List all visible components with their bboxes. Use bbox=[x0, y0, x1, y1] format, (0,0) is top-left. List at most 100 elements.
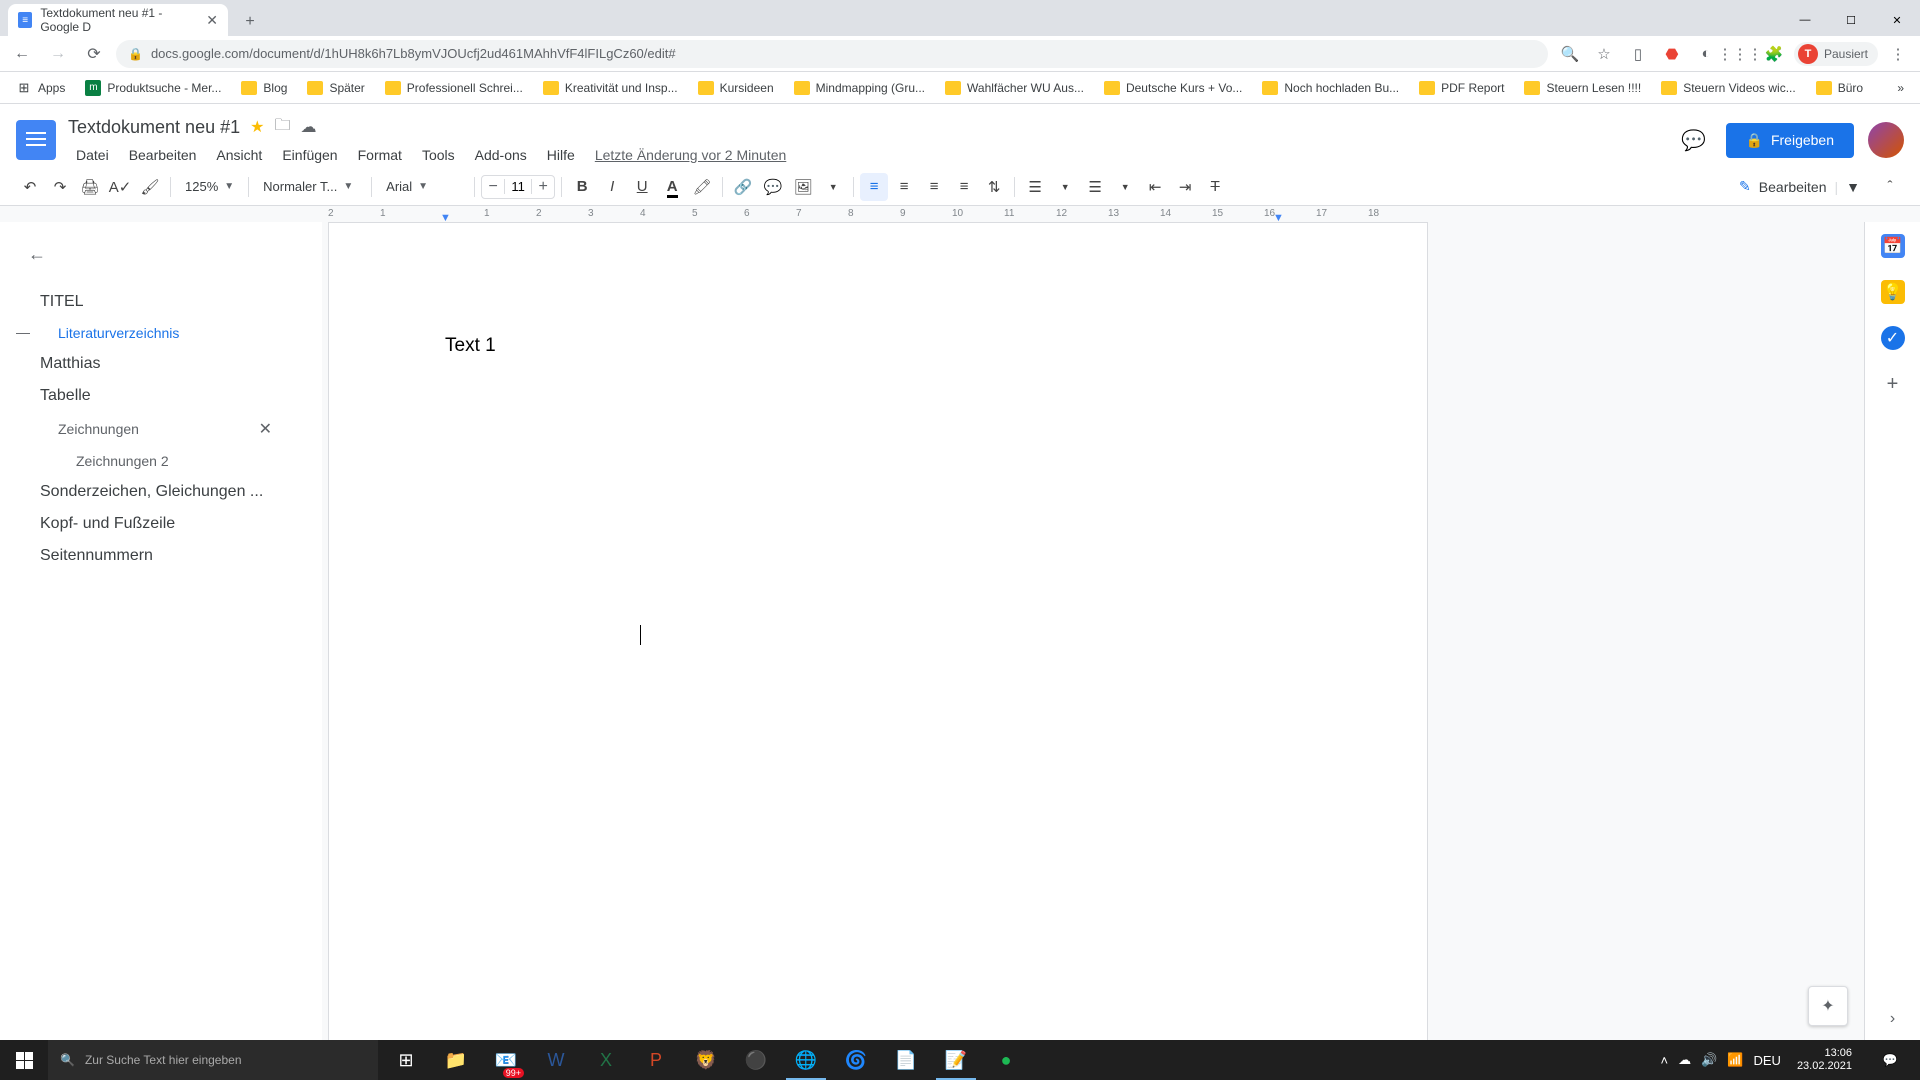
spellcheck-button[interactable]: A✓ bbox=[106, 173, 134, 201]
share-button[interactable]: 🔒 Freigeben bbox=[1726, 123, 1854, 158]
apps-shortcut[interactable]: ⊞Apps bbox=[8, 76, 73, 100]
minimize-button[interactable]: — bbox=[1782, 4, 1828, 36]
italic-button[interactable]: I bbox=[598, 173, 626, 201]
align-left-button[interactable]: ≡ bbox=[860, 173, 888, 201]
text-color-button[interactable]: A bbox=[658, 173, 686, 201]
outline-item[interactable]: Matthias bbox=[0, 348, 322, 380]
menu-bearbeiten[interactable]: Bearbeiten bbox=[121, 143, 205, 167]
increase-indent-button[interactable]: ⇥ bbox=[1171, 173, 1199, 201]
brave-app-icon[interactable]: 🦁 bbox=[682, 1040, 730, 1080]
editing-mode-select[interactable]: ✎ Bearbeiten | ▼ bbox=[1729, 174, 1870, 199]
obs-app-icon[interactable]: ⚫ bbox=[732, 1040, 780, 1080]
action-center-button[interactable]: 💬 bbox=[1868, 1040, 1912, 1080]
bookmark-folder[interactable]: Kursideen bbox=[690, 77, 782, 99]
menu-datei[interactable]: Datei bbox=[68, 143, 117, 167]
bookmarks-overflow[interactable]: » bbox=[1889, 77, 1912, 99]
reader-icon[interactable]: ▯ bbox=[1624, 40, 1652, 68]
outline-item[interactable]: TITEL bbox=[0, 286, 322, 318]
bulleted-list-button[interactable]: ☰ bbox=[1081, 173, 1109, 201]
decrease-font-button[interactable]: − bbox=[482, 178, 504, 196]
print-button[interactable]: 🖨 bbox=[76, 173, 104, 201]
network-icon[interactable]: 📶 bbox=[1727, 1052, 1743, 1068]
collapse-icon[interactable]: — bbox=[16, 324, 30, 340]
bold-button[interactable]: B bbox=[568, 173, 596, 201]
tasks-sidepanel-icon[interactable]: ✓ bbox=[1881, 326, 1905, 350]
remove-outline-icon[interactable]: ✕ bbox=[259, 419, 302, 439]
extension-icon-2[interactable]: ◐ bbox=[1692, 40, 1720, 68]
new-tab-button[interactable]: + bbox=[236, 8, 264, 36]
notepad-app-icon[interactable]: 📝 bbox=[932, 1040, 980, 1080]
edge-app-icon[interactable]: 🌀 bbox=[832, 1040, 880, 1080]
highlight-button[interactable]: 🖍 bbox=[688, 173, 716, 201]
mail-app-icon[interactable]: 📧99+ bbox=[482, 1040, 530, 1080]
document-scroll-area[interactable]: Text 1 bbox=[322, 222, 1864, 1040]
back-button[interactable]: ← bbox=[8, 40, 36, 68]
browser-tab[interactable]: ≡ Textdokument neu #1 - Google D ✕ bbox=[8, 4, 228, 36]
reload-button[interactable]: ⟳ bbox=[80, 40, 108, 68]
outline-back-button[interactable]: ← bbox=[28, 244, 56, 272]
move-icon[interactable]: 🗀 bbox=[274, 114, 290, 141]
numbered-list-button[interactable]: ☰ bbox=[1021, 173, 1049, 201]
document-title[interactable]: Textdokument neu #1 bbox=[68, 117, 240, 138]
expand-sidepanel-button[interactable]: › bbox=[1890, 1010, 1895, 1028]
close-tab-icon[interactable]: ✕ bbox=[206, 12, 218, 29]
extension-icon-1[interactable]: ⬣ bbox=[1658, 40, 1686, 68]
account-avatar[interactable] bbox=[1868, 122, 1904, 158]
bookmark-folder[interactable]: Später bbox=[299, 77, 372, 99]
bookmark-folder[interactable]: Steuern Videos wic... bbox=[1653, 77, 1804, 99]
outline-item[interactable]: Kopf- und Fußzeile bbox=[0, 508, 322, 540]
zoom-select[interactable]: 125%▼ bbox=[177, 174, 242, 200]
paint-format-button[interactable]: 🖌 bbox=[136, 173, 164, 201]
outline-item[interactable]: Zeichnungen 2 bbox=[0, 446, 322, 476]
forward-button[interactable]: → bbox=[44, 40, 72, 68]
bookmark-folder[interactable]: PDF Report bbox=[1411, 77, 1512, 99]
clear-formatting-button[interactable]: T bbox=[1201, 173, 1229, 201]
chrome-app-icon[interactable]: 🌐 bbox=[782, 1040, 830, 1080]
horizontal-ruler[interactable]: 2 1 1 2 3 4 5 6 7 8 9 10 11 12 13 14 15 … bbox=[328, 206, 1428, 222]
zoom-icon[interactable]: 🔍 bbox=[1556, 40, 1584, 68]
language-indicator[interactable]: DEU bbox=[1753, 1053, 1780, 1068]
maximize-button[interactable]: ☐ bbox=[1828, 4, 1874, 36]
outline-item[interactable]: Zeichnungen✕ bbox=[0, 412, 322, 446]
star-icon[interactable]: ★ bbox=[250, 117, 264, 137]
taskbar-clock[interactable]: 13:06 23.02.2021 bbox=[1791, 1047, 1858, 1073]
outline-item[interactable]: Literaturverzeichnis bbox=[0, 318, 322, 348]
menu-hilfe[interactable]: Hilfe bbox=[539, 143, 583, 167]
insert-comment-button[interactable]: 💬 bbox=[759, 173, 787, 201]
file-explorer-icon[interactable]: 📁 bbox=[432, 1040, 480, 1080]
align-right-button[interactable]: ≡ bbox=[920, 173, 948, 201]
extension-icon-3[interactable]: ⋮⋮⋮ bbox=[1726, 40, 1754, 68]
align-center-button[interactable]: ≡ bbox=[890, 173, 918, 201]
calendar-sidepanel-icon[interactable]: 📅 bbox=[1881, 234, 1905, 258]
extensions-button[interactable]: 🧩 bbox=[1760, 40, 1788, 68]
menu-tools[interactable]: Tools bbox=[414, 143, 463, 167]
keep-sidepanel-icon[interactable]: 💡 bbox=[1881, 280, 1905, 304]
decrease-indent-button[interactable]: ⇤ bbox=[1141, 173, 1169, 201]
bookmark-folder[interactable]: Büro bbox=[1808, 77, 1871, 99]
excel-app-icon[interactable]: X bbox=[582, 1040, 630, 1080]
insert-image-button[interactable]: 🖼 bbox=[789, 173, 817, 201]
bookmark-folder[interactable]: Professionell Schrei... bbox=[377, 77, 531, 99]
bookmark-item[interactable]: mProduktsuche - Mer... bbox=[77, 76, 229, 100]
profile-paused-badge[interactable]: T Pausiert bbox=[1794, 42, 1878, 66]
document-page[interactable]: Text 1 bbox=[328, 222, 1428, 1040]
image-dropdown-icon[interactable]: ▼ bbox=[819, 173, 847, 201]
paragraph-style-select[interactable]: Normaler T...▼ bbox=[255, 174, 365, 200]
url-input[interactable]: 🔒 docs.google.com/document/d/1hUH8k6h7Lb… bbox=[116, 40, 1548, 68]
font-size-value[interactable]: 11 bbox=[504, 179, 532, 194]
task-view-icon[interactable]: ⊞ bbox=[382, 1040, 430, 1080]
last-edit-link[interactable]: Letzte Änderung vor 2 Minuten bbox=[587, 143, 794, 167]
bookmark-star-icon[interactable]: ☆ bbox=[1590, 40, 1618, 68]
outline-item[interactable]: Sonderzeichen, Gleichungen ... bbox=[0, 476, 322, 508]
undo-button[interactable]: ↶ bbox=[16, 173, 44, 201]
bookmark-folder[interactable]: Steuern Lesen !!!! bbox=[1516, 77, 1649, 99]
docs-logo-icon[interactable] bbox=[16, 120, 56, 160]
bulleted-list-dropdown-icon[interactable]: ▼ bbox=[1111, 173, 1139, 201]
numbered-list-dropdown-icon[interactable]: ▼ bbox=[1051, 173, 1079, 201]
taskbar-search[interactable]: 🔍 Zur Suche Text hier eingeben bbox=[48, 1040, 378, 1080]
line-spacing-button[interactable]: ⇅ bbox=[980, 173, 1008, 201]
volume-icon[interactable]: 🔊 bbox=[1701, 1052, 1717, 1068]
explore-button[interactable]: ✦ bbox=[1808, 986, 1848, 1026]
add-sidepanel-button[interactable]: + bbox=[1881, 372, 1905, 396]
underline-button[interactable]: U bbox=[628, 173, 656, 201]
